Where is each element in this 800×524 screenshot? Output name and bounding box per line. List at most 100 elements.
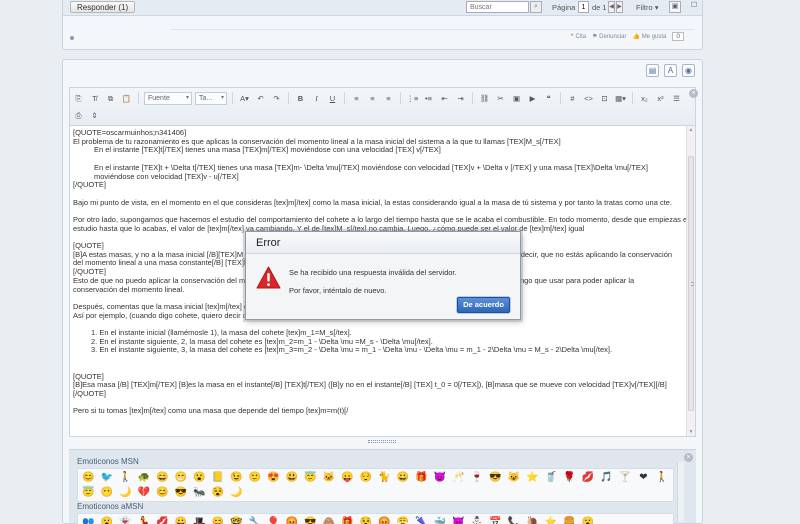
emoticon-icon[interactable]: 📞	[508, 516, 521, 524]
emoticon-icon[interactable]: 😡	[378, 516, 391, 524]
page-number-input[interactable]	[578, 1, 589, 13]
search-icon[interactable]: ⌕	[530, 1, 542, 13]
emoticon-icon[interactable]: 🌙	[119, 486, 132, 499]
emoticon-close-icon[interactable]: ×	[684, 453, 693, 462]
underline-icon[interactable]: U	[326, 92, 339, 105]
emoticon-icon[interactable]: 🤓	[230, 516, 243, 524]
emoticon-icon[interactable]: 🐜	[193, 486, 206, 499]
emoticon-icon[interactable]: 🙂	[249, 471, 262, 484]
horizontal-rule-icon[interactable]: ☰	[670, 92, 683, 105]
emoticon-icon[interactable]: 😊	[82, 471, 95, 484]
emoticon-icon[interactable]: 😤	[397, 516, 410, 524]
clear-format-icon[interactable]: T̸	[88, 92, 101, 105]
emoticon-icon[interactable]: ⭐	[545, 516, 558, 524]
like-action[interactable]: 👍 Me gusta	[633, 33, 667, 40]
italic-icon[interactable]: I	[310, 92, 323, 105]
emoticon-icon[interactable]: 😎	[175, 486, 188, 499]
emoticon-icon[interactable]: 🐳	[434, 516, 447, 524]
emoticon-icon[interactable]: 😡	[286, 516, 299, 524]
reply-button[interactable]: Responder (1)	[70, 1, 136, 13]
emoticon-icon[interactable]: 😮	[101, 516, 114, 524]
superscript-icon[interactable]: x²	[654, 92, 667, 105]
subscript-icon[interactable]: x₂	[638, 92, 651, 105]
emoticon-icon[interactable]: 😊	[156, 486, 169, 499]
emoticon-icon[interactable]: 😌	[360, 471, 373, 484]
undo-icon[interactable]: ↶	[254, 92, 267, 105]
emoticon-icon[interactable]: 😶	[101, 486, 114, 499]
scroll-up-icon[interactable]: ▲	[687, 126, 695, 134]
filter-dropdown[interactable]: Filtro ▾	[636, 3, 659, 12]
emoticon-icon[interactable]: 😵	[360, 516, 373, 524]
emoticon-icon[interactable]: 🙈	[323, 516, 336, 524]
emoticon-icon[interactable]: 😵	[212, 486, 225, 499]
scroll-down-icon[interactable]: ▼	[687, 428, 695, 436]
hashtag-icon[interactable]: #	[566, 92, 579, 105]
emoticon-icon[interactable]: 😉	[230, 471, 243, 484]
emoticon-icon[interactable]: 👻	[119, 516, 132, 524]
indent-icon[interactable]: ⇥	[454, 92, 467, 105]
ok-button[interactable]: De acuerdo	[457, 297, 510, 313]
emoticon-icon[interactable]: 🐌	[526, 516, 539, 524]
align-center-icon[interactable]: ≡	[366, 92, 379, 105]
emoticon-icon[interactable]: 😍	[267, 471, 280, 484]
emoticon-icon[interactable]: 😀	[175, 516, 188, 524]
unordered-list-icon[interactable]: •≡	[422, 92, 435, 105]
align-left-icon[interactable]: ≡	[350, 92, 363, 105]
font-dropdown[interactable]: Fuente	[144, 91, 192, 105]
emoticon-icon[interactable]: 😄	[156, 471, 169, 484]
emoticon-icon[interactable]: 😎	[489, 471, 502, 484]
emoticon-icon[interactable]: 🎈	[267, 516, 280, 524]
emoticon-icon[interactable]: 😊	[212, 516, 225, 524]
emoticon-icon[interactable]: 😮	[193, 471, 206, 484]
textarea-scrollbar[interactable]: ▲ ▼	[686, 126, 695, 436]
emoticon-icon[interactable]: 🌹	[563, 471, 576, 484]
emoticon-icon[interactable]: 🍔	[563, 516, 576, 524]
emoticon-icon[interactable]: ❤	[637, 471, 650, 484]
video-icon[interactable]: ▶	[526, 92, 539, 105]
emoticon-icon[interactable]: 🌂	[415, 516, 428, 524]
emoticon-icon[interactable]: 😈	[434, 471, 447, 484]
emoticon-icon[interactable]: 🔧	[249, 516, 262, 524]
emoticon-icon[interactable]: 😃	[286, 471, 299, 484]
emoticon-icon[interactable]: ⛄	[471, 516, 484, 524]
table-icon[interactable]: ▦▾	[614, 92, 627, 105]
quote-icon[interactable]: ❝	[542, 92, 555, 105]
emoticon-icon[interactable]: 🎁	[415, 471, 428, 484]
unlink-icon[interactable]: ✂	[494, 92, 507, 105]
checkbox[interactable]: ☐	[688, 1, 700, 13]
emoticon-icon[interactable]: 🚶	[119, 471, 132, 484]
emoticon-icon[interactable]: 😈	[452, 516, 465, 524]
emoticon-icon[interactable]: 😁	[175, 471, 188, 484]
emoticon-icon[interactable]: 📅	[489, 516, 502, 524]
emoticon-icon[interactable]: 🐈	[378, 471, 391, 484]
emoticon-icon[interactable]: 🎵	[600, 471, 613, 484]
toolbar-close-icon[interactable]: ×	[689, 89, 698, 98]
emoticon-icon[interactable]: 💋	[156, 516, 169, 524]
bold-icon[interactable]: B	[294, 92, 307, 105]
prev-page-icon[interactable]: ◀	[608, 1, 615, 13]
image-icon[interactable]: ▣	[510, 92, 523, 105]
emoticon-scrollbar[interactable]	[677, 462, 684, 522]
quote-action[interactable]: ❝ Cita	[571, 33, 587, 40]
emoticon-icon[interactable]: 💔	[138, 486, 151, 499]
emoticon-icon[interactable]: 😺	[508, 471, 521, 484]
emoticon-icon[interactable]: 😮	[582, 516, 595, 524]
emoticon-icon[interactable]: 🌙	[230, 486, 243, 499]
attachment-icon[interactable]: ▤	[646, 64, 659, 77]
emoticon-icon[interactable]: 😇	[82, 486, 95, 499]
emoticon-icon[interactable]: 🥤	[545, 471, 558, 484]
emoticon-icon[interactable]: 😀	[397, 471, 410, 484]
emoticon-icon[interactable]: 💃	[138, 516, 151, 524]
emoticon-icon[interactable]: 🐱	[323, 471, 336, 484]
ordered-list-icon[interactable]: ⋮≡	[406, 92, 419, 105]
emoticon-icon[interactable]: 🍷	[471, 471, 484, 484]
php-icon[interactable]: ⊡	[598, 92, 611, 105]
paste-icon[interactable]: 📋	[120, 92, 133, 105]
redo-icon[interactable]: ↷	[270, 92, 283, 105]
emoticon-icon[interactable]: 📒	[212, 471, 225, 484]
emoticon-icon[interactable]: ⭐	[526, 471, 539, 484]
size-dropdown[interactable]: Ta...	[195, 91, 227, 105]
next-page-icon[interactable]: ▶	[616, 1, 623, 13]
scroll-thumb[interactable]	[688, 156, 694, 411]
copy-icon[interactable]: ⧉	[104, 92, 117, 105]
